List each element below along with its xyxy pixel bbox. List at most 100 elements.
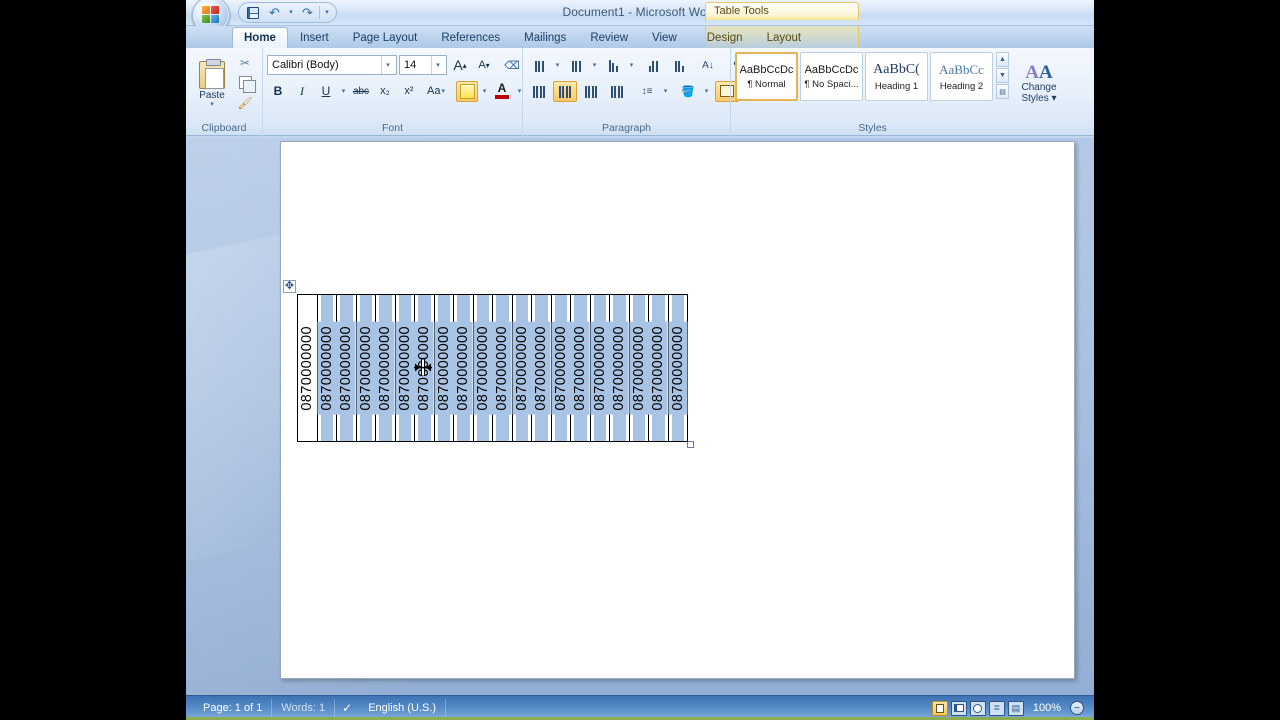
sort-icon: A↓ — [702, 59, 714, 71]
line-spacing-button[interactable]: ↕≡ — [635, 81, 659, 102]
tab-insert[interactable]: Insert — [288, 27, 341, 48]
change-styles-button[interactable]: AA Change Styles ▾ — [1011, 52, 1067, 114]
table-cell: 0870000000 — [472, 294, 493, 442]
grow-font-button[interactable]: A ▴ — [449, 55, 471, 76]
view-outline-button[interactable]: ≣ — [988, 700, 1005, 716]
style-heading-2[interactable]: AaBbCc Heading 2 — [930, 52, 993, 101]
multilevel-dropdown[interactable]: ▾ — [627, 55, 636, 75]
highlight-dropdown[interactable]: ▾ — [480, 81, 489, 101]
increase-indent-button[interactable] — [667, 55, 691, 76]
decrease-indent-icon — [648, 59, 658, 72]
strikethrough-icon: abc — [352, 85, 370, 97]
phone-number-table[interactable]: 0870000000 0870000000 0870000000 0870000… — [297, 294, 688, 442]
multilevel-list-icon — [608, 59, 618, 72]
table-cell: 0870000000 — [297, 294, 318, 442]
table-resize-handle[interactable] — [687, 441, 694, 448]
ribbon: Paste ▾ ✂ 🖌 Clipboard Calibri (Body) ▾ 1… — [186, 48, 1094, 136]
subscript-button[interactable]: x₂ — [374, 81, 396, 102]
align-left-icon — [532, 85, 546, 98]
table-move-handle[interactable]: ✥ — [283, 280, 296, 293]
cell-text: 0870000000 — [473, 321, 492, 415]
tab-design[interactable]: Design — [695, 27, 755, 48]
chevron-down-icon[interactable]: ▾ — [381, 56, 394, 74]
proofing-errors-icon[interactable]: ✓ — [335, 701, 359, 715]
status-words[interactable]: Words: 1 — [272, 699, 336, 717]
superscript-button[interactable]: x² — [398, 81, 420, 102]
tab-references[interactable]: References — [429, 27, 512, 48]
style-heading-1[interactable]: AaBbC( Heading 1 — [865, 52, 928, 101]
align-center-button[interactable] — [553, 80, 577, 102]
status-bar: Page: 1 of 1 Words: 1 ✓ English (U.S.) ≣ — [186, 695, 1094, 720]
style-sample: AaBbCcDc — [804, 63, 859, 76]
justify-button[interactable] — [605, 81, 629, 102]
justify-icon — [610, 85, 624, 98]
change-case-button[interactable]: Aa ▾ — [422, 81, 450, 102]
italic-button[interactable]: I — [291, 81, 313, 102]
zoom-out-button[interactable]: − — [1070, 701, 1084, 715]
table-cell: 0870000000 — [433, 294, 454, 442]
cut-button[interactable]: ✂ — [234, 53, 256, 72]
line-spacing-dropdown[interactable]: ▾ — [661, 81, 670, 101]
format-painter-button[interactable]: 🖌 — [234, 93, 256, 112]
tab-layout[interactable]: Layout — [755, 27, 814, 48]
clear-formatting-button[interactable]: ⌫ — [501, 55, 523, 76]
decrease-indent-button[interactable] — [641, 55, 665, 76]
status-language[interactable]: English (U.S.) — [359, 699, 447, 717]
tab-review[interactable]: Review — [578, 27, 640, 48]
view-full-screen-reading-button[interactable] — [950, 700, 967, 716]
status-page[interactable]: Page: 1 of 1 — [194, 699, 273, 717]
shading-button[interactable]: 🪣 — [676, 81, 700, 102]
increase-indent-icon — [674, 59, 684, 72]
numbering-button[interactable] — [564, 55, 588, 76]
ribbon-group-clipboard: Paste ▾ ✂ 🖌 Clipboard — [186, 48, 262, 136]
cell-text: 0870000000 — [551, 321, 570, 415]
underline-dropdown[interactable]: ▾ — [339, 81, 348, 101]
styles-scroll-up-button[interactable]: ▲ — [996, 52, 1009, 67]
styles-more-button[interactable]: ▤ — [996, 84, 1009, 99]
shrink-font-button[interactable]: A ▾ — [473, 55, 495, 76]
underline-button[interactable]: U — [315, 81, 337, 102]
table-cell: 0870000000 — [609, 294, 630, 442]
table-container: ✥ 0870000000 0870000000 0870000000 08700… — [283, 280, 694, 448]
align-right-icon — [584, 85, 598, 98]
align-right-button[interactable] — [579, 81, 603, 102]
document-page[interactable]: ✥ 0870000000 0870000000 0870000000 08700… — [280, 141, 1075, 679]
styles-scroll-down-button[interactable]: ▼ — [996, 68, 1009, 83]
multilevel-list-button[interactable] — [601, 55, 625, 76]
view-print-layout-button[interactable] — [931, 700, 948, 716]
align-left-button[interactable] — [527, 81, 551, 102]
zoom-level[interactable]: 100% — [1027, 702, 1067, 714]
ribbon-group-paragraph: ▾ ▾ ▾ A↓ ↕≡ ▾ 🪣 ▾ Paragraph — [522, 48, 747, 136]
font-name-input[interactable]: Calibri (Body) ▾ — [267, 55, 397, 75]
tab-view[interactable]: View — [640, 27, 689, 48]
style-no-spacing[interactable]: AaBbCcDc ¶ No Spaci... — [800, 52, 863, 101]
bullets-dropdown[interactable]: ▾ — [553, 55, 562, 75]
sort-button[interactable]: A↓ — [696, 55, 720, 76]
screen: ↶ ▾ ↷ ▾ Document1 - Microsoft Word Table… — [0, 0, 1280, 720]
tab-home[interactable]: Home — [232, 27, 288, 48]
superscript-icon: x² — [404, 85, 414, 97]
change-styles-label-1: Change — [1021, 81, 1057, 93]
bold-button[interactable]: B — [267, 81, 289, 102]
tab-page-layout[interactable]: Page Layout — [341, 27, 430, 48]
bullets-button[interactable] — [527, 55, 551, 76]
style-normal[interactable]: AaBbCcDc ¶ Normal — [735, 52, 798, 101]
numbering-dropdown[interactable]: ▾ — [590, 55, 599, 75]
cell-text: 0870000000 — [415, 321, 434, 415]
paste-button[interactable]: Paste ▾ — [190, 51, 234, 113]
chevron-down-icon[interactable]: ▾ — [431, 56, 444, 74]
cell-text: 0870000000 — [610, 321, 629, 415]
group-label-clipboard: Clipboard — [201, 122, 247, 134]
font-size-input[interactable]: 14 ▾ — [399, 55, 447, 75]
copy-button[interactable] — [234, 73, 256, 93]
view-web-layout-button[interactable] — [969, 700, 986, 716]
view-draft-button[interactable]: ▤ — [1007, 700, 1024, 716]
change-styles-label-2: Styles ▾ — [1021, 92, 1057, 104]
tab-mailings[interactable]: Mailings — [512, 27, 578, 48]
style-sample: AaBbC( — [873, 61, 920, 77]
text-highlight-button[interactable] — [456, 80, 478, 102]
font-color-button[interactable]: A — [491, 81, 513, 102]
strikethrough-button[interactable]: abc — [350, 81, 372, 102]
shading-dropdown[interactable]: ▾ — [702, 81, 711, 101]
cell-text: 0870000000 — [571, 321, 590, 415]
